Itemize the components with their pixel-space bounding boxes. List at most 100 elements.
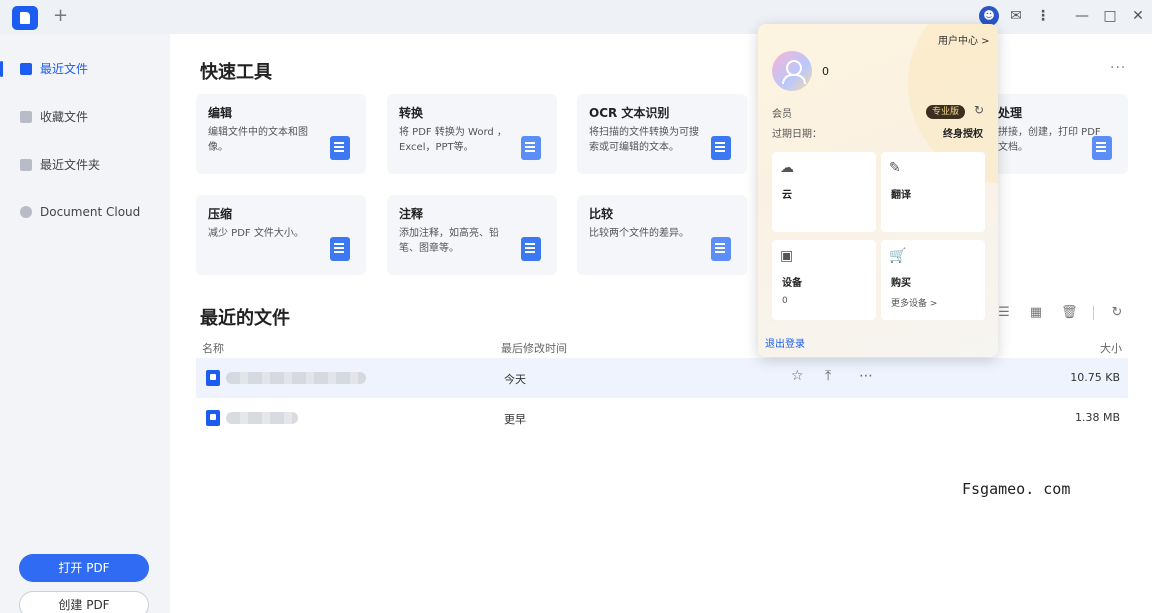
ocr-icon [711,136,731,160]
username: 0 [822,65,829,78]
more-icon[interactable]: ⋮ [1033,6,1053,26]
tool-card-convert[interactable]: 转换 将 PDF 转换为 Word ，Excel，PPT等。 [387,94,557,174]
card-title: 翻译 [891,190,911,201]
card-title: 云 [782,190,792,201]
file-name-redacted [226,372,366,384]
star-icon[interactable]: ☆ [791,368,804,384]
file-modified: 更早 [504,413,526,426]
sidebar-item-label: 最近文件 [40,62,89,76]
tool-desc: 将扫描的文件转换为可搜索或可编辑的文本。 [589,127,699,153]
minimize-icon[interactable]: — [1072,6,1092,26]
recent-icon [20,63,32,75]
close-icon[interactable]: ✕ [1128,6,1148,26]
more-icon[interactable]: ⋯ [859,368,873,384]
user-popup: 用户中心 > 0 会员 专业版 ↻ 过期日期： 终身授权 ☁ 云 ✎ 翻译 ▣ … [758,24,998,357]
cart-icon: 🛒 [889,248,907,264]
grid-view-icon[interactable]: ▦ [1028,306,1044,320]
folder-icon [20,159,32,171]
convert-icon [521,136,541,160]
tool-desc: 减少 PDF 文件大小。 [208,228,304,239]
tool-name: 处理 [998,106,1023,120]
expiry-value: 终身授权 [943,129,983,140]
user-center-link[interactable]: 用户中心 > [938,32,990,47]
cloud-icon [20,206,32,218]
translate-card[interactable]: ✎ 翻译 [881,152,985,232]
sidebar: 最近文件 收藏文件 最近文件夹 Document Cloud 打开 PDF 创建… [0,34,170,613]
more-options-icon[interactable]: ··· [1110,60,1126,76]
status-badge: 专业版 [926,105,966,119]
sidebar-item-recent-files[interactable]: 最近文件 [0,52,170,86]
cloud-upload-icon: ☁ [780,160,794,176]
expiry-label: 过期日期： [772,129,822,140]
tool-name: 注释 [399,207,424,221]
refresh-icon[interactable]: ↻ [974,103,984,117]
file-size: 10.75 KB [1070,371,1120,384]
tool-card-edit[interactable]: 编辑 编辑文件中的文本和图像。 [196,94,366,174]
device-icon: ▣ [780,248,794,264]
process-icon [1092,136,1112,160]
tool-desc: 比较两个文件的差异。 [589,228,689,239]
tool-name: OCR 文本识别 [589,106,670,120]
table-row[interactable]: 更早 1.38 MB [196,398,1128,438]
tool-card-process[interactable]: 处理 拼接，创建，打印 PDF 文档。 [978,94,1128,174]
tool-desc: 添加注释，如高亮、铅笔、图章等。 [399,228,499,254]
pdf-file-icon [206,370,220,386]
tool-card-compare[interactable]: 比较 比较两个文件的差异。 [577,195,747,275]
new-tab-button[interactable]: + [53,6,68,26]
card-sub: 0 [782,296,788,306]
purchase-card[interactable]: 🛒 购买 更多设备 > [881,240,985,320]
star-icon [20,111,32,123]
watermark: Fsgameo. com [962,480,1071,498]
member-label: 会员 [772,109,792,120]
main-content: 快速工具 ··· 编辑 编辑文件中的文本和图像。 转换 将 PDF 转换为 Wo… [170,34,1152,613]
sidebar-item-favorites[interactable]: 收藏文件 [0,100,170,134]
logout-link[interactable]: 退出登录 [765,335,805,350]
sidebar-item-label: 收藏文件 [40,110,89,124]
column-header-name[interactable]: 名称 [202,340,224,356]
table-row[interactable]: 今天 ☆ ⤒ ⋯ 10.75 KB [196,358,1128,398]
card-title: 设备 [782,278,802,289]
translate-icon: ✎ [889,160,901,176]
tool-name: 编辑 [208,106,233,120]
edit-icon [330,136,350,160]
file-size: 1.38 MB [1074,411,1120,424]
tool-name: 压缩 [208,207,233,221]
delete-icon[interactable]: 🗑 [1061,306,1078,320]
tool-desc: 将 PDF 转换为 Word ，Excel，PPT等。 [399,127,507,153]
tool-card-annotate[interactable]: 注释 添加注释，如高亮、铅笔、图章等。 [387,195,557,275]
maximize-icon[interactable]: □ [1100,6,1120,26]
column-header-size[interactable]: 大小 [1100,340,1122,356]
tool-card-compress[interactable]: 压缩 减少 PDF 文件大小。 [196,195,366,275]
sidebar-item-label: 最近文件夹 [40,158,101,172]
file-name-redacted [226,412,298,424]
user-icon[interactable]: ☻ [979,6,999,26]
refresh-icon[interactable]: ↻ [1109,306,1125,320]
sidebar-item-recent-folders[interactable]: 最近文件夹 [0,148,170,182]
cloud-card[interactable]: ☁ 云 [772,152,876,232]
app-logo-icon[interactable] [12,6,38,30]
column-header-modified[interactable]: 最后修改时间 [501,340,567,356]
avatar[interactable] [772,51,812,91]
message-icon[interactable]: ✉ [1006,6,1026,26]
tool-card-ocr[interactable]: OCR 文本识别 将扫描的文件转换为可搜索或可编辑的文本。 [577,94,747,174]
more-devices-link[interactable]: 更多设备 > [891,296,937,309]
pdf-file-icon [206,410,220,426]
sidebar-item-label: Document Cloud [40,205,141,219]
annotate-icon [521,237,541,261]
upload-icon[interactable]: ⤒ [825,368,831,384]
compress-icon [330,237,350,261]
create-pdf-button[interactable]: 创建 PDF [19,591,149,613]
recent-files-title: 最近的文件 [200,308,290,329]
list-view-icon[interactable]: ☰ [996,306,1012,320]
open-pdf-button[interactable]: 打开 PDF [19,554,149,582]
tool-name: 转换 [399,106,424,120]
compare-icon [711,237,731,261]
card-title: 购买 [891,278,911,289]
tool-desc: 编辑文件中的文本和图像。 [208,127,308,153]
tool-name: 比较 [589,207,614,221]
quick-tools-title: 快速工具 [200,62,272,83]
file-modified: 今天 [504,373,526,386]
divider [1093,306,1094,320]
sidebar-item-document-cloud[interactable]: Document Cloud [0,195,170,229]
device-card[interactable]: ▣ 设备 0 [772,240,876,320]
